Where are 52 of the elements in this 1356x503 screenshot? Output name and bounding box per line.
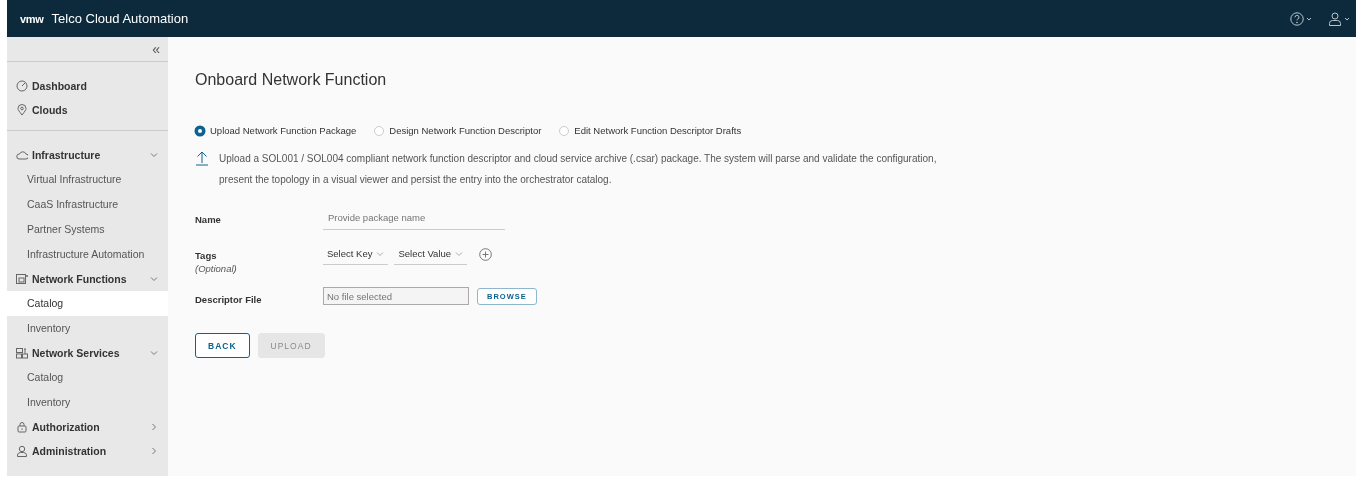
- upload-icon: [195, 150, 209, 166]
- nav-item[interactable]: Dashboard: [7, 74, 168, 98]
- field-label: Descriptor File: [195, 294, 263, 305]
- field-hint: (Optional): [195, 263, 238, 274]
- nav-item[interactable]: Catalog: [7, 365, 168, 390]
- network-services-icon: [16, 347, 28, 359]
- nav-item[interactable]: Virtual Infrastructure: [7, 167, 168, 192]
- gauge-icon: [16, 80, 28, 92]
- user-icon: [16, 445, 28, 457]
- nav-group[interactable]: Network Functions: [7, 267, 168, 291]
- radio-option[interactable]: Upload Network Function Package: [195, 125, 357, 136]
- page-title: Onboard Network Function: [195, 71, 388, 89]
- nav-label: Administration: [32, 445, 108, 457]
- action-button[interactable]: BACK: [195, 333, 250, 358]
- nav-label: Network Services: [32, 347, 121, 359]
- description: Upload a SOL001 / SOL004 compliant network function descriptor and cloud service archive (.csar) package. The system will parse and validate the configuration, present the topology in a visual viewer and persist the entry into the orchestrator catalog.: [219, 152, 938, 187]
- add-icon[interactable]: [479, 248, 493, 261]
- name-field[interactable]: Provide package name: [323, 212, 505, 230]
- chevron-down-icon: [376, 249, 385, 258]
- nav-item[interactable]: CaaS Infrastructure: [7, 192, 168, 217]
- nav-group[interactable]: Network Services: [7, 341, 168, 365]
- cloud-icon: [16, 149, 28, 161]
- nav-label: Authorization: [32, 421, 101, 433]
- nav-group[interactable]: Infrastructure: [7, 143, 168, 167]
- radio-option[interactable]: Design Network Function Descriptor: [374, 125, 542, 136]
- help-icon[interactable]: [1290, 11, 1314, 26]
- select-dropdown[interactable]: Select Key: [323, 248, 389, 265]
- chevron-down-icon: [455, 249, 464, 258]
- nav-label: Clouds: [32, 104, 69, 116]
- logo: vmw: [20, 12, 44, 25]
- app-title: Telco Cloud Automation: [51, 11, 189, 26]
- radio-option[interactable]: Edit Network Function Descriptor Drafts: [559, 125, 742, 136]
- nav-label: Dashboard: [32, 80, 88, 92]
- nav-item[interactable]: Inventory: [7, 390, 168, 415]
- user-icon[interactable]: [1328, 11, 1352, 26]
- collapse-button[interactable]: «: [144, 41, 168, 57]
- file-field[interactable]: No file selected: [323, 287, 469, 305]
- pin-icon: [16, 104, 28, 116]
- lock-icon: [16, 421, 28, 433]
- nav-item[interactable]: Infrastructure Automation: [7, 242, 168, 267]
- network-function-icon: [16, 273, 28, 285]
- nav-item[interactable]: Partner Systems: [7, 217, 168, 242]
- nav-label: Network Functions: [32, 273, 128, 285]
- nav-item[interactable]: Inventory: [7, 316, 168, 341]
- nav-label: Infrastructure: [32, 149, 102, 161]
- nav-item[interactable]: Clouds: [7, 98, 168, 122]
- select-dropdown[interactable]: Select Value: [394, 248, 468, 265]
- nav-group[interactable]: Authorization: [7, 415, 168, 439]
- nav-item[interactable]: Catalog: [7, 291, 168, 316]
- field-label: Name: [195, 214, 222, 225]
- field-label: Tags: [195, 250, 218, 261]
- nav-group[interactable]: Administration: [7, 439, 168, 463]
